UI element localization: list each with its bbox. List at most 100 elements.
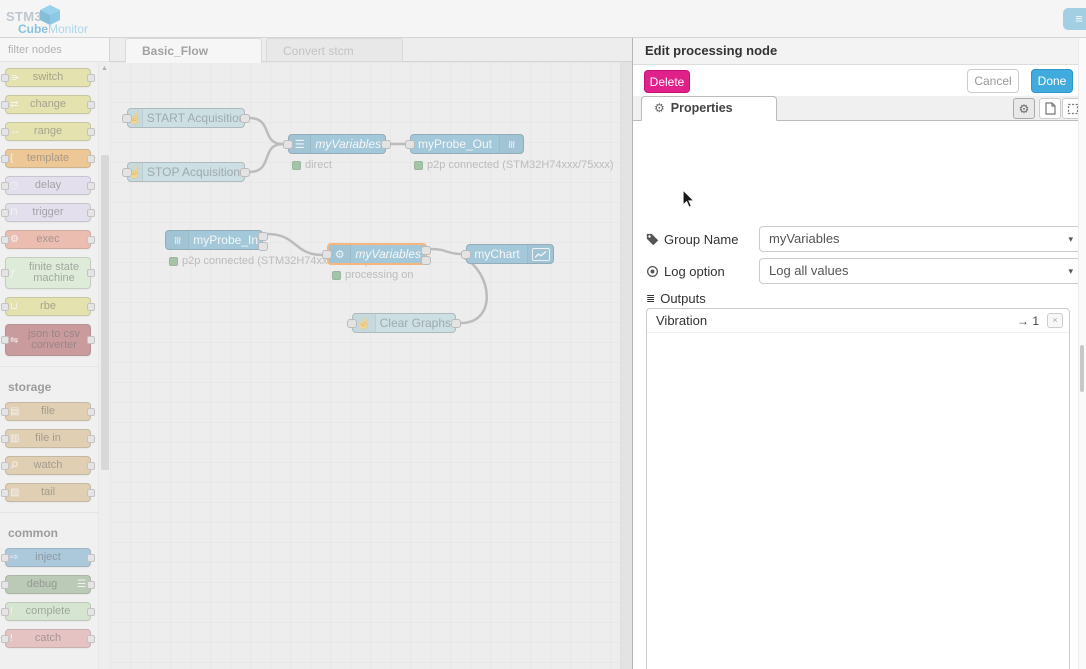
canvas-scrollbar[interactable]	[620, 62, 632, 669]
panel-toolbar: Delete Cancel Done	[633, 65, 1086, 96]
tail-icon: ▧	[10, 487, 20, 498]
remove-output-button[interactable]: ×	[1047, 313, 1063, 328]
status-green-square	[292, 160, 301, 170]
properties-view-button[interactable]: ⚙	[1013, 98, 1035, 119]
log-option-select[interactable]: Log all values ▾	[759, 258, 1081, 284]
palette-node-file-in[interactable]: ▥ file in	[1, 429, 95, 448]
panel-tabbar: ⚙ Properties ⚙	[633, 96, 1086, 121]
output-port[interactable]	[451, 319, 461, 328]
palette-port-right	[87, 269, 95, 277]
palette-port-right	[87, 303, 95, 311]
panel-scrollbar-thumb[interactable]	[1080, 345, 1084, 392]
group-name-select[interactable]: myVariables ▾	[759, 226, 1081, 252]
delete-button[interactable]: Delete	[644, 70, 690, 93]
palette-node-inject[interactable]: ⇨ inject	[1, 548, 95, 567]
palette-node-finite-state-machine[interactable]: ƒ finite state machine	[1, 257, 95, 289]
output-port-1[interactable]	[421, 246, 431, 255]
complete-icon: !	[10, 606, 13, 617]
palette-node-debug[interactable]: ☰ debug	[1, 575, 95, 594]
flow-node-myvariables-1[interactable]: ☰ myVariables	[283, 134, 391, 154]
flow-node-stop-acquisition[interactable]: ☝ STOP Acquisition	[122, 162, 250, 182]
palette-node-tail[interactable]: ▧ tail	[1, 483, 95, 502]
description-button[interactable]	[1039, 98, 1061, 119]
trigger-icon: ⊓	[10, 207, 18, 218]
filter-nodes-input[interactable]	[0, 38, 109, 61]
palette-node-label: rbe	[40, 300, 56, 312]
output-port-2[interactable]	[421, 256, 431, 265]
palette-port-right	[87, 182, 95, 190]
palette-scrollbar-thumb[interactable]	[101, 155, 109, 470]
input-port[interactable]	[347, 319, 357, 328]
palette-node-catch[interactable]: ! catch	[1, 629, 95, 648]
flow-canvas[interactable]: ☝ START Acquisition ☝ STOP Acquisition ☰…	[110, 62, 620, 669]
status-green-square	[414, 160, 423, 170]
palette-node-switch[interactable]: ⋔ switch	[1, 68, 95, 87]
palette-node-trigger[interactable]: ⊓ trigger	[1, 203, 95, 222]
panel-scrollbar[interactable]	[1078, 38, 1086, 669]
outputs-label: ≣ Outputs	[646, 291, 706, 306]
palette-node-change[interactable]: ⇄ change	[1, 95, 95, 114]
palette-node-complete[interactable]: ! complete	[1, 602, 95, 621]
palette-node-file[interactable]: ▤ file	[1, 402, 95, 421]
palette-port-left	[1, 408, 9, 416]
cubemonitor-app: STM32 CubeMonitor ≡ ⋔ switch ⇄ change ↔ range…	[0, 0, 1086, 669]
input-port[interactable]	[461, 250, 471, 259]
palette-list: ⋔ switch ⇄ change ↔ range {template ◷ delay ⊓ trig…	[0, 62, 98, 669]
probe-signal-icon: ≋	[166, 231, 190, 249]
output-port-1[interactable]	[258, 232, 268, 241]
input-port[interactable]	[322, 250, 332, 259]
palette-scrollbar[interactable]: ▲	[98, 62, 110, 669]
scroll-up-icon[interactable]: ▲	[101, 65, 108, 72]
catch-icon: !	[10, 633, 13, 644]
palette-node-label: template	[26, 152, 70, 164]
tab-properties[interactable]: ⚙ Properties	[641, 96, 777, 121]
tab-basic-flow[interactable]: Basic_Flow	[125, 38, 262, 63]
range-icon: ↔	[10, 126, 20, 137]
cancel-button[interactable]: Cancel	[967, 69, 1019, 93]
palette-node-exec[interactable]: ⚙ exec	[1, 230, 95, 249]
palette-node-label: json to csv converter	[28, 328, 80, 351]
palette-port-right	[87, 435, 95, 443]
input-port[interactable]	[122, 114, 132, 123]
main-menu-button[interactable]: ≡	[1063, 8, 1086, 30]
palette-port-left	[1, 303, 9, 311]
palette-node-watch[interactable]: ⚲ watch	[1, 456, 95, 475]
output-port[interactable]	[240, 114, 250, 123]
outputs-list: Vibration → 1 ×	[646, 308, 1070, 669]
palette-node-delay[interactable]: ◷ delay	[1, 176, 95, 195]
done-button[interactable]: Done	[1031, 69, 1073, 93]
list-icon: ≣	[646, 293, 656, 305]
output-row-vibration[interactable]: Vibration → 1 ×	[647, 309, 1069, 333]
gear-icon: ⚙	[329, 245, 352, 263]
input-port[interactable]	[283, 140, 293, 149]
output-port[interactable]	[381, 140, 391, 149]
palette-node-rbe[interactable]: ⊔ rbe	[1, 297, 95, 316]
palette-node-label: trigger	[32, 206, 64, 218]
flow-node-myprobe-out[interactable]: myProbe_Out ≋	[405, 134, 524, 154]
palette-node-range[interactable]: ↔ range	[1, 122, 95, 141]
flow-node-myprobe-in[interactable]: ≋ myProbe_In	[165, 230, 268, 251]
flow-node-myvariables-2-selected[interactable]: ⚙ myVariables	[322, 243, 431, 265]
chevron-down-icon: ▾	[1068, 266, 1073, 276]
node-status: p2p connected (STM32H74xxx/75xxx)	[414, 159, 613, 171]
log-option-row: Log option Log all values ▾	[646, 258, 1081, 284]
status-green-square	[332, 270, 341, 280]
palette-section-storage: storage	[0, 366, 98, 402]
app-header: STM32 CubeMonitor ≡	[0, 0, 1086, 38]
palette-port-left	[1, 155, 9, 163]
output-port-2[interactable]	[258, 242, 268, 251]
palette-node-json-to-csv-converter[interactable]: ⇋ json to csv converter	[1, 324, 95, 356]
input-port[interactable]	[405, 140, 415, 149]
palette-node-template[interactable]: {template	[1, 149, 95, 168]
input-port[interactable]	[122, 168, 132, 177]
tag-icon	[646, 233, 659, 245]
flow-node-clear-graphs[interactable]: ☝ Clear Graphs	[347, 313, 461, 333]
workspace-tabbar: Basic_Flow Convert stcm	[110, 38, 632, 63]
output-port[interactable]	[240, 168, 250, 177]
palette-port-right	[87, 236, 95, 244]
flow-node-start-acquisition[interactable]: ☝ START Acquisition	[122, 108, 250, 128]
close-icon: ×	[1052, 315, 1058, 325]
palette-node-label: watch	[33, 459, 63, 471]
flow-node-mychart[interactable]: myChart	[461, 244, 554, 264]
tab-convert-stcm[interactable]: Convert stcm	[266, 38, 403, 62]
